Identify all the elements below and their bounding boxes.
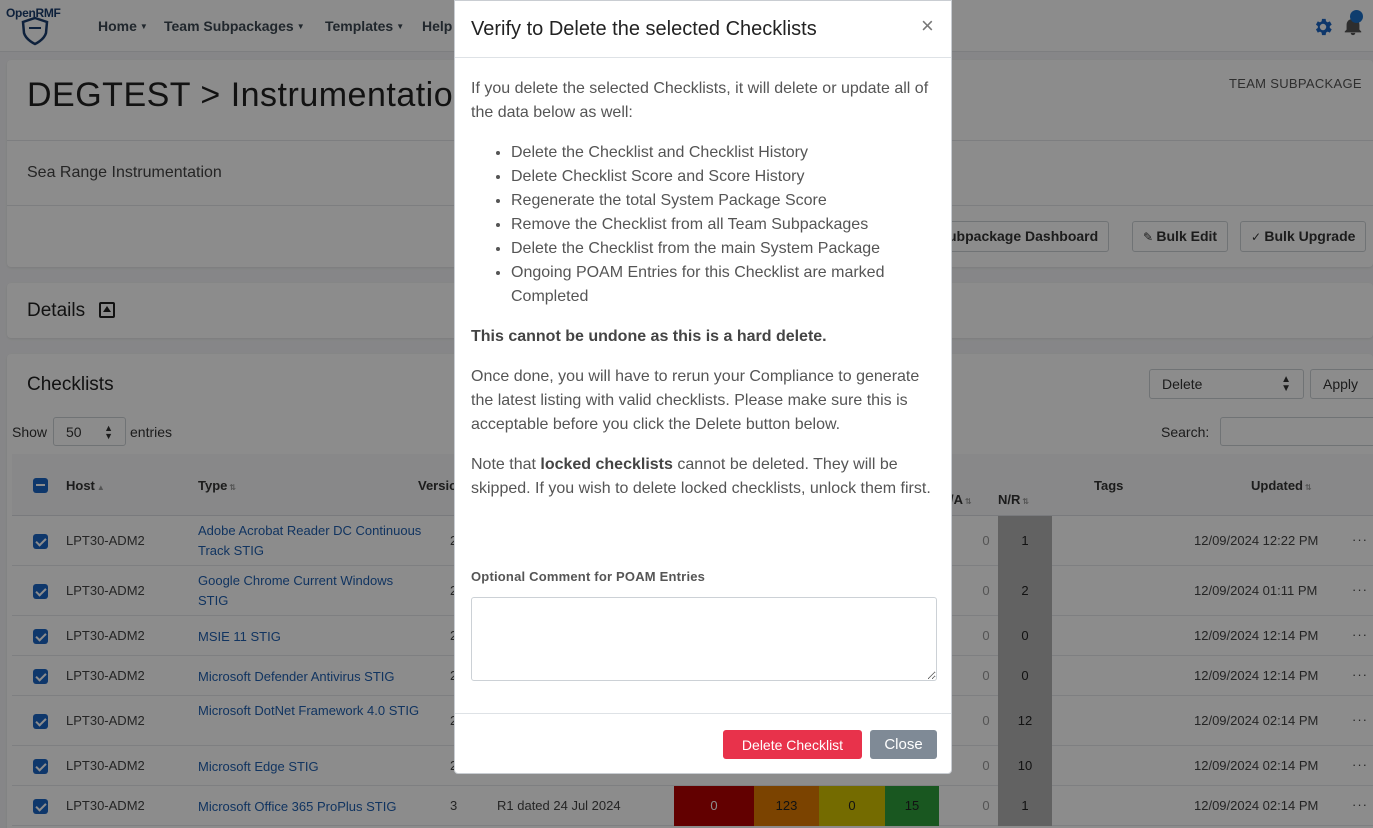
modal-title: Verify to Delete the selected Checklists <box>471 18 817 40</box>
modal-body: If you delete the selected Checklists, i… <box>471 77 937 517</box>
comment-label: Optional Comment for POAM Entries <box>471 569 706 584</box>
modal-header: Verify to Delete the selected Checklists… <box>455 1 951 58</box>
close-icon[interactable]: × <box>921 13 934 39</box>
warning-text: This cannot be undone as this is a hard … <box>471 328 827 345</box>
close-button[interactable]: Close <box>870 730 937 759</box>
delete-checklist-button[interactable]: Delete Checklist <box>723 730 862 759</box>
rerun-text: Once done, you will have to rerun your C… <box>471 368 920 433</box>
list-item: Delete the Checklist from the main Syste… <box>511 237 937 261</box>
intro-text: If you delete the selected Checklists, i… <box>471 80 929 121</box>
list-item: Regenerate the total System Package Scor… <box>511 189 937 213</box>
list-item: Delete the Checklist and Checklist Histo… <box>511 141 937 165</box>
list-item: Remove the Checklist from all Team Subpa… <box>511 213 937 237</box>
consequence-list: Delete the Checklist and Checklist Histo… <box>511 141 937 309</box>
modal-footer: Delete Checklist Close <box>455 713 951 775</box>
locked-note: Note that locked checklists cannot be de… <box>471 456 931 497</box>
list-item: Delete Checklist Score and Score History <box>511 165 937 189</box>
delete-confirm-modal: Verify to Delete the selected Checklists… <box>454 0 952 774</box>
poam-comment-field[interactable] <box>471 597 937 681</box>
list-item: Ongoing POAM Entries for this Checklist … <box>511 261 937 309</box>
